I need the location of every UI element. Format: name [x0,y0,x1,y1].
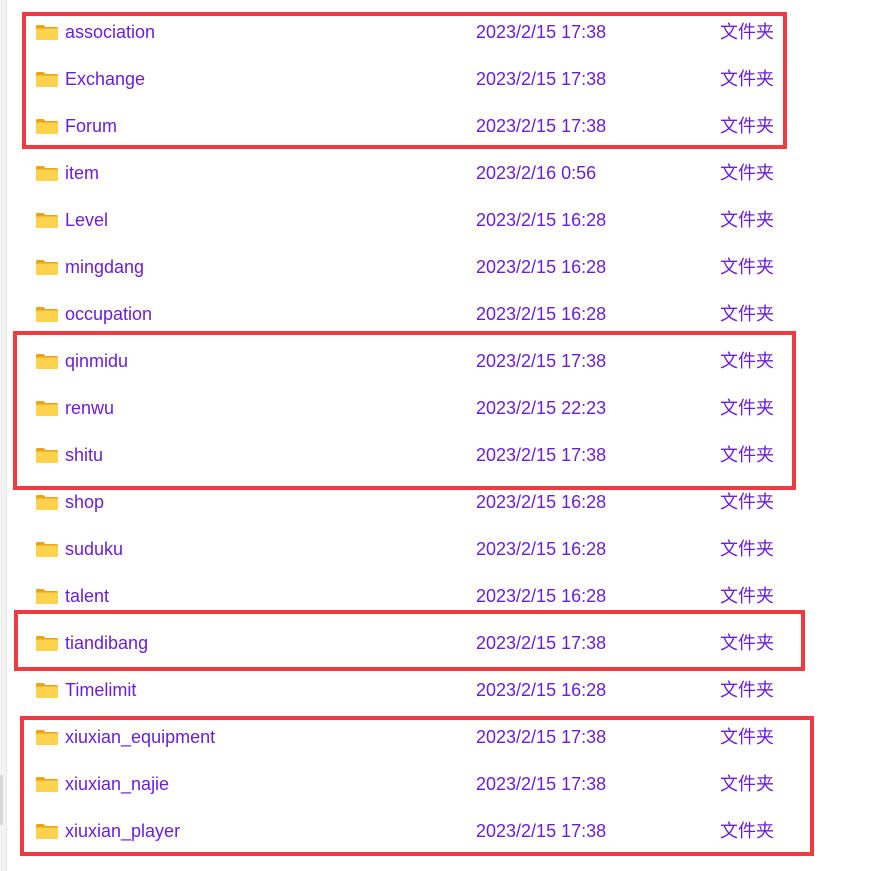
folder-icon [35,775,59,793]
folder-row[interactable]: Exchange 2023/2/15 17:38 文件夹 [0,56,896,103]
file-type: 文件夹 [720,116,774,136]
folder-icon [35,117,59,135]
folder-name[interactable]: Exchange [65,68,145,90]
folder-name[interactable]: shop [65,491,104,513]
modified-date: 2023/2/15 17:38 [476,727,607,747]
modified-date: 2023/2/15 17:38 [476,351,607,371]
folder-icon [35,446,59,464]
folder-row[interactable]: mingdang 2023/2/15 16:28 文件夹 [0,244,896,291]
modified-date: 2023/2/15 17:38 [476,22,607,42]
folder-icon [35,540,59,558]
file-type: 文件夹 [720,445,774,465]
folder-row[interactable]: shop 2023/2/15 16:28 文件夹 [0,479,896,526]
folder-name[interactable]: qinmidu [65,350,128,372]
modified-date: 2023/2/15 16:28 [476,680,607,700]
modified-date: 2023/2/15 17:38 [476,821,607,841]
file-type: 文件夹 [720,22,774,42]
folder-name[interactable]: suduku [65,538,123,560]
folder-name[interactable]: xiuxian_equipment [65,726,215,748]
folder-row[interactable]: Forum 2023/2/15 17:38 文件夹 [0,103,896,150]
folder-icon [35,822,59,840]
file-type: 文件夹 [720,257,774,277]
folder-row[interactable]: item 2023/2/16 0:56 文件夹 [0,150,896,197]
folder-icon [35,305,59,323]
modified-date: 2023/2/15 17:38 [476,633,607,653]
folder-row[interactable]: talent 2023/2/15 16:28 文件夹 [0,573,896,620]
file-type: 文件夹 [720,633,774,653]
modified-date: 2023/2/15 16:28 [476,586,607,606]
file-type: 文件夹 [720,727,774,747]
file-type: 文件夹 [720,539,774,559]
file-type: 文件夹 [720,351,774,371]
file-type: 文件夹 [720,492,774,512]
modified-date: 2023/2/15 16:28 [476,257,607,277]
folder-name[interactable]: xiuxian_player [65,820,180,842]
folder-row[interactable]: association 2023/2/15 17:38 文件夹 [0,9,896,56]
folder-icon [35,728,59,746]
file-type: 文件夹 [720,163,774,183]
folder-name[interactable]: talent [65,585,109,607]
folder-name[interactable]: mingdang [65,256,144,278]
folder-row[interactable]: xiuxian_najie 2023/2/15 17:38 文件夹 [0,761,896,808]
folder-name[interactable]: occupation [65,303,152,325]
folder-name[interactable]: tiandibang [65,632,148,654]
folder-icon [35,681,59,699]
folder-row[interactable]: suduku 2023/2/15 16:28 文件夹 [0,526,896,573]
folder-icon [35,211,59,229]
modified-date: 2023/2/15 16:28 [476,210,607,230]
folder-name[interactable]: Level [65,209,108,231]
file-type: 文件夹 [720,398,774,418]
file-type: 文件夹 [720,69,774,89]
modified-date: 2023/2/15 17:38 [476,116,607,136]
folder-icon [35,493,59,511]
modified-date: 2023/2/15 16:28 [476,492,607,512]
folder-icon [35,164,59,182]
folder-name[interactable]: xiuxian_najie [65,773,169,795]
folder-name[interactable]: association [65,21,155,43]
folder-icon [35,634,59,652]
folder-row[interactable]: shitu 2023/2/15 17:38 文件夹 [0,432,896,479]
folder-icon [35,399,59,417]
modified-date: 2023/2/16 0:56 [476,163,597,183]
folder-name[interactable]: shitu [65,444,103,466]
folder-row[interactable]: qinmidu 2023/2/15 17:38 文件夹 [0,338,896,385]
folder-row[interactable]: Level 2023/2/15 16:28 文件夹 [0,197,896,244]
folder-row[interactable]: tiandibang 2023/2/15 17:38 文件夹 [0,620,896,667]
modified-date: 2023/2/15 16:28 [476,539,607,559]
modified-date: 2023/2/15 17:38 [476,445,607,465]
folder-icon [35,23,59,41]
folder-row[interactable]: xiuxian_equipment 2023/2/15 17:38 文件夹 [0,714,896,761]
folder-icon [35,70,59,88]
folder-row[interactable]: xiuxian_player 2023/2/15 17:38 文件夹 [0,808,896,855]
folder-row[interactable]: renwu 2023/2/15 22:23 文件夹 [0,385,896,432]
folder-row[interactable]: occupation 2023/2/15 16:28 文件夹 [0,291,896,338]
modified-date: 2023/2/15 22:23 [476,398,607,418]
folder-name[interactable]: renwu [65,397,114,419]
file-type: 文件夹 [720,774,774,794]
file-list: association 2023/2/15 17:38 文件夹 Exchange… [0,9,896,855]
folder-name[interactable]: Forum [65,115,117,137]
modified-date: 2023/2/15 16:28 [476,304,607,324]
folder-icon [35,587,59,605]
file-type: 文件夹 [720,586,774,606]
folder-icon [35,352,59,370]
file-type: 文件夹 [720,821,774,841]
folder-row[interactable]: Timelimit 2023/2/15 16:28 文件夹 [0,667,896,714]
folder-name[interactable]: Timelimit [65,679,136,701]
file-type: 文件夹 [720,680,774,700]
folder-name[interactable]: item [65,162,99,184]
file-type: 文件夹 [720,210,774,230]
folder-icon [35,258,59,276]
modified-date: 2023/2/15 17:38 [476,774,607,794]
file-type: 文件夹 [720,304,774,324]
modified-date: 2023/2/15 17:38 [476,69,607,89]
